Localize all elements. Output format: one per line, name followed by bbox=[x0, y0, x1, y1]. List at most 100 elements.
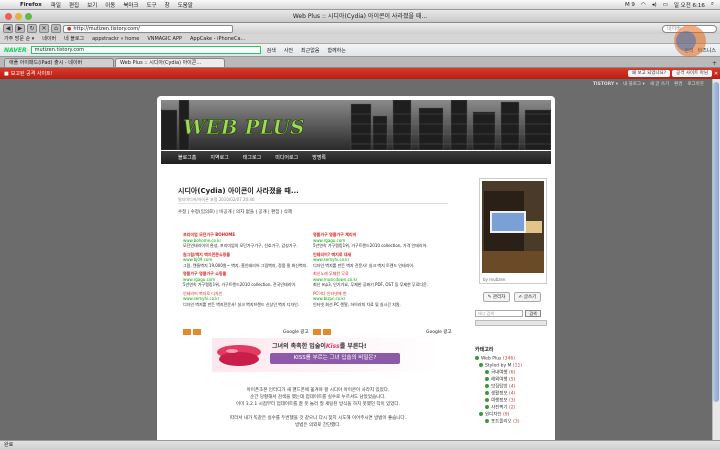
status-bar: 완료 bbox=[0, 440, 720, 450]
tab-ipad-news[interactable]: 애플 아이패드(iPad) 출시 - 네이버 bbox=[4, 58, 114, 67]
bookmark-item[interactable]: VNMAGIC APP bbox=[147, 36, 182, 42]
close-warning-icon[interactable]: ✕ bbox=[714, 71, 720, 77]
menubar-status[interactable]: M 9 bbox=[625, 2, 635, 8]
minimize-window-icon[interactable] bbox=[15, 13, 22, 20]
folder-icon bbox=[485, 377, 489, 381]
menu-item-window[interactable]: 창 bbox=[161, 1, 174, 9]
write-post-button[interactable]: ✍ 글쓰기 bbox=[514, 292, 541, 302]
prev-ad-icon[interactable] bbox=[313, 329, 321, 335]
naver-logo[interactable]: NAVER bbox=[4, 47, 27, 54]
why-reported-button[interactable]: 왜 보고 되었나요? bbox=[627, 70, 671, 77]
url-text: http://mutizen.tistory.com/ bbox=[73, 25, 140, 32]
kiss-banner-ad[interactable]: 그녀의 촉촉한 입술이Kiss를 부른다! KISS를 부르는 그녀 입술의 비… bbox=[212, 338, 440, 372]
next-ad-icon[interactable] bbox=[193, 329, 201, 335]
admin-button[interactable]: ✎ 관리자 bbox=[483, 292, 510, 302]
zoom-window-icon[interactable] bbox=[25, 13, 32, 20]
tistory-logout-link[interactable]: 로그아웃 bbox=[687, 81, 704, 87]
forward-button[interactable]: ▶ bbox=[15, 24, 25, 33]
tistory-write-link[interactable]: 새 글 쓰기 bbox=[650, 81, 669, 87]
bookmark-item[interactable]: AppCake - iPhoneCa... bbox=[190, 36, 245, 42]
ad-item[interactable]: 명품가구 명품가구 체리쉬 www.rgagu.com 5년연속 가구랭킹1위,… bbox=[313, 232, 438, 249]
window-title-bar: Web Plus :: 시디아(Cydia) 아이콘이 사라졌을 때... bbox=[0, 10, 720, 23]
bookmark-item[interactable]: 가주 방문 순 ▾ bbox=[4, 35, 34, 42]
not-attack-site-button[interactable]: 공격 사이트 아님 bbox=[672, 70, 712, 77]
naver-search-button[interactable]: 검색 bbox=[265, 47, 278, 54]
blog-header[interactable]: WEB PLUS bbox=[161, 100, 551, 150]
app-menu[interactable]: Firefox bbox=[18, 2, 47, 8]
naver-search-input[interactable]: mutizen.tistory.com bbox=[30, 46, 261, 54]
sidebar-search-input[interactable]: 태그 검색 bbox=[475, 310, 523, 317]
folder-icon bbox=[485, 398, 489, 402]
category-item[interactable]: 여행정보 (3) bbox=[475, 398, 547, 405]
naver-dictionary-button[interactable]: 사전 bbox=[282, 47, 295, 54]
ad-item[interactable]: 원그림/벽지 벽지전문쇼핑몰 www.bj09.com 그림, 캔들벽지 19,… bbox=[183, 252, 308, 269]
menu-item-help[interactable]: 도움말 bbox=[174, 1, 197, 9]
clock[interactable]: 일 오전 6:16 bbox=[674, 1, 705, 9]
spotlight-icon[interactable]: ⌕ bbox=[711, 1, 714, 8]
post-actions[interactable]: 수정 | 수정(임의로) | 비공개 | 의자 없을 | 공개 | 편집 | 삭… bbox=[178, 209, 292, 215]
menu-guestbook[interactable]: 방명록 bbox=[312, 154, 326, 161]
reload-button[interactable]: ↻ bbox=[27, 24, 37, 33]
category-item[interactable]: 맛집탐방 (4) bbox=[475, 384, 547, 391]
bookmarks-toolbar: 가주 방문 순 ▾ 네이버 네 블로그 appstrackr » home VN… bbox=[0, 34, 720, 44]
menu-location-log[interactable]: 지역로그 bbox=[210, 154, 228, 161]
menu-blog-home[interactable]: 블로그홈 bbox=[178, 154, 196, 161]
mac-menu-bar: Firefox 파일 편집 보기 이동 북마크 도구 창 도움말 M 9 ◠ ◂… bbox=[0, 0, 720, 10]
ad-item[interactable]: 인테리어 벽지로 디자인 www.semyhi.co.kr 디자인 벽지를 만든… bbox=[183, 291, 308, 308]
post-title[interactable]: 시디아(Cydia) 아이콘이 사라졌을 때... bbox=[178, 186, 299, 196]
bookmark-item[interactable]: 네이버 bbox=[42, 35, 56, 42]
menu-item-file[interactable]: 파일 bbox=[47, 1, 65, 9]
bookmark-item[interactable]: appstrackr » home bbox=[92, 36, 139, 42]
ad-item[interactable]: 인테리어? 벽지로 대세 www.semyhi.co.kr 디자인 벽지를 만든… bbox=[313, 252, 438, 269]
category-item[interactable]: 생활정보 (4) bbox=[475, 391, 547, 398]
ad-item[interactable]: 명품가구 명품가구 쇼핑몰 www.rgagu.com 5년연속 가구랭킹1위,… bbox=[183, 271, 308, 288]
ad-item[interactable]: 최신노래 무제한 무료 www.musicdown.co.kr 최신 mp3, … bbox=[313, 271, 438, 288]
category-item[interactable]: Web Plus (346) bbox=[475, 356, 547, 363]
folder-icon bbox=[475, 356, 479, 360]
category-item[interactable]: 원디자인 (9) bbox=[475, 412, 547, 419]
menu-media-log[interactable]: 미디어로그 bbox=[275, 154, 298, 161]
google-ad-label-left[interactable]: Google 광고 bbox=[283, 329, 309, 335]
banner-subtitle: KISS를 부르는 그녀 입술의 비밀은? bbox=[270, 353, 400, 364]
category-item[interactable]: 포트폴리오 (3) bbox=[475, 419, 547, 426]
menu-item-go[interactable]: 이동 bbox=[101, 1, 119, 9]
battery-icon[interactable]: ▭ bbox=[663, 2, 668, 8]
google-ad-label-right[interactable]: Google 광고 bbox=[426, 329, 452, 335]
home-button[interactable]: ⌂ bbox=[51, 24, 61, 33]
new-tab-icon[interactable]: + bbox=[712, 60, 720, 67]
volume-icon[interactable]: ◂) bbox=[652, 2, 657, 8]
folder-icon bbox=[485, 405, 489, 409]
ad-item[interactable]: 프리미엄 모던가구 BOHOME www.bohome.co.kr 모던인테리어… bbox=[183, 232, 308, 249]
category-item[interactable]: Styled by M (11) bbox=[475, 363, 547, 370]
scrollbar-thumb[interactable] bbox=[713, 82, 719, 402]
folder-icon bbox=[479, 363, 483, 367]
category-item[interactable]: 사진찍기 (2) bbox=[475, 405, 547, 412]
sidebar-search-button[interactable]: 검색 bbox=[525, 310, 541, 317]
prev-ad-icon[interactable] bbox=[183, 329, 191, 335]
menu-item-bookmarks[interactable]: 북마크 bbox=[119, 1, 142, 9]
menu-item-view[interactable]: 보기 bbox=[83, 1, 101, 9]
sidebar-scroll-box[interactable] bbox=[475, 320, 547, 326]
tab-bar: 애플 아이패드(iPad) 출시 - 네이버 Web Plus :: 시디아(C… bbox=[0, 57, 720, 68]
tistory-logo[interactable]: TISTORY ▾ bbox=[593, 82, 618, 87]
folder-icon bbox=[479, 412, 483, 416]
category-item[interactable]: 국내여행 (6) bbox=[475, 370, 547, 377]
bookmark-item[interactable]: 네 블로그 bbox=[64, 35, 84, 42]
url-bar[interactable]: ● http://mutizen.tistory.com/ bbox=[63, 24, 233, 33]
profile-photo[interactable] bbox=[482, 181, 544, 273]
tistory-my-blog-link[interactable]: 내 블로그 ▾ bbox=[623, 81, 645, 87]
menu-item-edit[interactable]: 편집 bbox=[65, 1, 83, 9]
naver-share-button[interactable]: 함께하는 bbox=[325, 47, 347, 54]
wifi-icon[interactable]: ◠ bbox=[641, 2, 646, 8]
next-ad-icon[interactable] bbox=[323, 329, 331, 335]
tistory-settings-link[interactable]: 환경 bbox=[674, 81, 682, 87]
tab-web-plus[interactable]: Web Plus :: 시디아(Cydia) 아이콘... bbox=[115, 58, 225, 67]
stop-button[interactable]: ✕ bbox=[39, 24, 49, 33]
naver-recent-button[interactable]: 최근없음 bbox=[299, 47, 321, 54]
menu-tag-log[interactable]: 태그로그 bbox=[243, 154, 261, 161]
menu-item-tools[interactable]: 도구 bbox=[143, 1, 161, 9]
close-window-icon[interactable] bbox=[5, 13, 12, 20]
category-item[interactable]: 해외여행 (5) bbox=[475, 377, 547, 384]
back-button[interactable]: ◀ bbox=[3, 24, 13, 33]
ad-item[interactable]: PC이다 인터넷에 번 www.bizpc.co.kr 인터넷 회선 PC 렌탈… bbox=[313, 291, 438, 308]
